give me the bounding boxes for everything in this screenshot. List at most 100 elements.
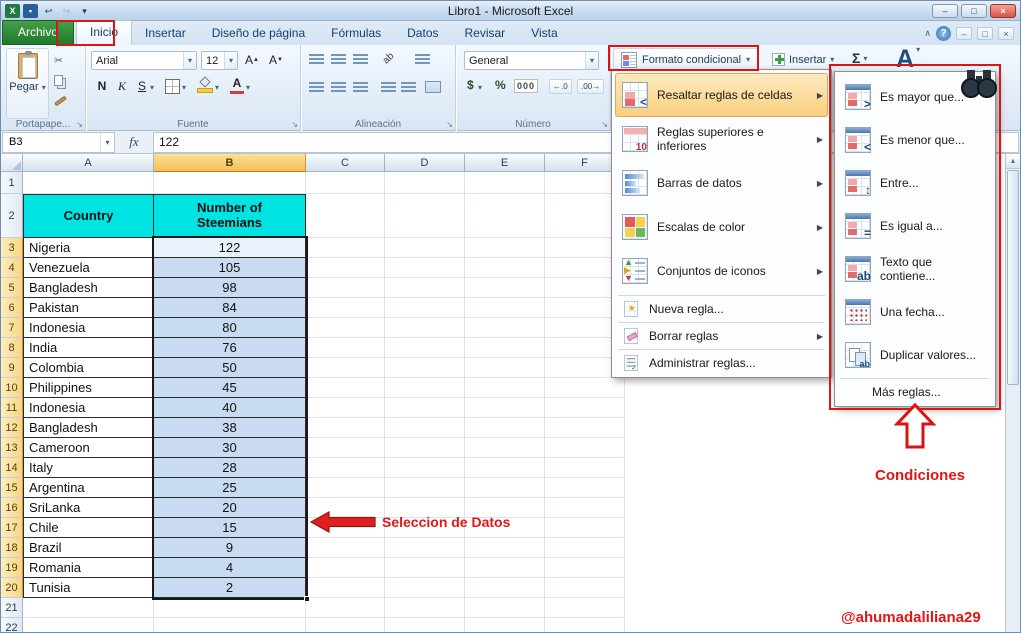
cell-D1[interactable] <box>385 172 465 194</box>
cell-C1[interactable] <box>306 172 385 194</box>
row-header-19[interactable]: 19 <box>1 558 23 578</box>
font-dialog-launcher-icon[interactable]: ↘ <box>291 120 298 129</box>
cell-C19[interactable] <box>306 558 385 578</box>
row-header-17[interactable]: 17 <box>1 518 23 538</box>
cell-C15[interactable] <box>306 478 385 498</box>
cell-E14[interactable] <box>465 458 545 478</box>
tab-formulas[interactable]: Fórmulas <box>318 22 394 45</box>
decrease-decimal-icon[interactable]: .00→ <box>577 79 605 94</box>
cell-F20[interactable] <box>545 578 625 598</box>
cell-A10[interactable]: Philippines <box>23 378 154 398</box>
scrollbar-thumb[interactable] <box>1007 170 1019 385</box>
font-color-arrow-icon[interactable]: ▾ <box>246 83 250 92</box>
increase-font-icon[interactable]: A ▲ <box>243 51 261 69</box>
cell-E12[interactable] <box>465 418 545 438</box>
row-header-10[interactable]: 10 <box>1 378 23 398</box>
column-header-A[interactable]: A <box>23 154 154 172</box>
tab-archivo[interactable]: Archivo <box>2 20 75 45</box>
thousands-icon[interactable]: 000 <box>514 79 539 93</box>
alignment-dialog-launcher-icon[interactable]: ↘ <box>446 120 453 129</box>
italic-button[interactable]: K <box>113 77 131 95</box>
menu-item-borrar-reglas[interactable]: Borrar reglas ▶ <box>615 325 828 347</box>
currency-arrow-icon[interactable]: ▾ <box>478 83 482 92</box>
cell-B21[interactable] <box>154 598 306 618</box>
cell-E20[interactable] <box>465 578 545 598</box>
cell-E1[interactable] <box>465 172 545 194</box>
align-bottom-icon[interactable] <box>353 54 368 65</box>
menu-item-barras-de-datos[interactable]: Barras de datos ▶ <box>615 161 828 205</box>
excel-app-icon[interactable]: X <box>5 3 20 18</box>
menu-item-escalas-de-color[interactable]: Escalas de color ▶ <box>615 205 828 249</box>
percent-icon[interactable]: % <box>495 78 506 92</box>
paste-button[interactable]: Pegar ▾ <box>6 48 49 119</box>
name-box[interactable]: B3 ▾ <box>2 131 115 153</box>
menu-item-nueva-regla[interactable]: ★ Nueva regla... <box>615 298 828 320</box>
cell-E9[interactable] <box>465 358 545 378</box>
help-icon[interactable]: ? <box>936 26 951 41</box>
row-header-21[interactable]: 21 <box>1 598 23 618</box>
cell-E2[interactable] <box>465 194 545 238</box>
row-header-4[interactable]: 4 <box>1 258 23 278</box>
row-header-7[interactable]: 7 <box>1 318 23 338</box>
menu-item-resaltar-reglas-de-celdas[interactable]: < Resaltar reglas de celdas ▶ <box>615 73 828 117</box>
cell-F19[interactable] <box>545 558 625 578</box>
number-dialog-launcher-icon[interactable]: ↘ <box>601 120 608 129</box>
cell-F22[interactable] <box>545 618 625 632</box>
menu-item-texto-que-contiene[interactable]: ab Texto que contiene... <box>838 247 992 290</box>
cell-D7[interactable] <box>385 318 465 338</box>
cell-D3[interactable] <box>385 238 465 258</box>
menu-item-entre[interactable]: ↕ Entre... <box>838 161 992 204</box>
cell-B4[interactable]: 105 <box>154 258 306 278</box>
borders-arrow-icon[interactable]: ▾ <box>182 83 186 92</box>
conditional-formatting-button[interactable]: Formato condicional ▾ <box>613 48 759 71</box>
name-box-dropdown-icon[interactable]: ▾ <box>100 132 114 152</box>
cell-B16[interactable]: 20 <box>154 498 306 518</box>
cell-C17[interactable] <box>306 518 385 538</box>
cell-F15[interactable] <box>545 478 625 498</box>
cell-B9[interactable]: 50 <box>154 358 306 378</box>
row-header-1[interactable]: 1 <box>1 172 23 194</box>
cell-F10[interactable] <box>545 378 625 398</box>
row-header-22[interactable]: 22 <box>1 618 23 632</box>
increase-indent-icon[interactable] <box>401 82 416 93</box>
cell-D2[interactable] <box>385 194 465 238</box>
tab-vista[interactable]: Vista <box>518 22 570 45</box>
cell-A15[interactable]: Argentina <box>23 478 154 498</box>
sort-filter-icon[interactable]: A ▾ <box>896 45 920 74</box>
number-format-dropdown-icon[interactable]: ▾ <box>585 52 598 69</box>
cell-C10[interactable] <box>306 378 385 398</box>
insert-cells-button[interactable]: Insertar ▾ <box>767 48 839 71</box>
row-header-12[interactable]: 12 <box>1 418 23 438</box>
cell-F14[interactable] <box>545 458 625 478</box>
cell-E18[interactable] <box>465 538 545 558</box>
cell-D22[interactable] <box>385 618 465 632</box>
tab-datos[interactable]: Datos <box>394 22 451 45</box>
autosum-button[interactable]: Σ ▾ <box>852 50 867 66</box>
menu-item-conjuntos-de-iconos[interactable]: ▲ ▶ ▼ Conjuntos de iconos ▶ <box>615 249 828 293</box>
borders-icon[interactable] <box>165 79 180 94</box>
menu-item-reglas-superiores-e-inferiores[interactable]: 10 Reglas superiores e inferiores ▶ <box>615 117 828 161</box>
cell-C5[interactable] <box>306 278 385 298</box>
menu-item-una-fecha[interactable]: Una fecha... <box>838 290 992 333</box>
undo-icon[interactable]: ↩ <box>41 4 56 18</box>
row-header-11[interactable]: 11 <box>1 398 23 418</box>
cell-A16[interactable]: SriLanka <box>23 498 154 518</box>
column-header-D[interactable]: D <box>385 154 465 172</box>
menu-item-administrar-reglas[interactable]: ✓ Administrar reglas... <box>615 352 828 374</box>
cell-A12[interactable]: Bangladesh <box>23 418 154 438</box>
find-select-binoculars-icon[interactable] <box>959 65 999 99</box>
row-header-5[interactable]: 5 <box>1 278 23 298</box>
scroll-up-icon[interactable]: ▲ <box>1006 154 1020 169</box>
workbook-close-icon[interactable]: × <box>998 27 1014 40</box>
cell-E5[interactable] <box>465 278 545 298</box>
cell-C11[interactable] <box>306 398 385 418</box>
tab-diseno-de-pagina[interactable]: Diseño de página <box>199 22 318 45</box>
cell-C2[interactable] <box>306 194 385 238</box>
fill-color-arrow-icon[interactable]: ▾ <box>215 83 219 92</box>
cell-F11[interactable] <box>545 398 625 418</box>
cell-A4[interactable]: Venezuela <box>23 258 154 278</box>
cell-B7[interactable]: 80 <box>154 318 306 338</box>
cell-C13[interactable] <box>306 438 385 458</box>
cell-D10[interactable] <box>385 378 465 398</box>
font-name-combo[interactable]: Arial ▾ <box>91 51 197 70</box>
